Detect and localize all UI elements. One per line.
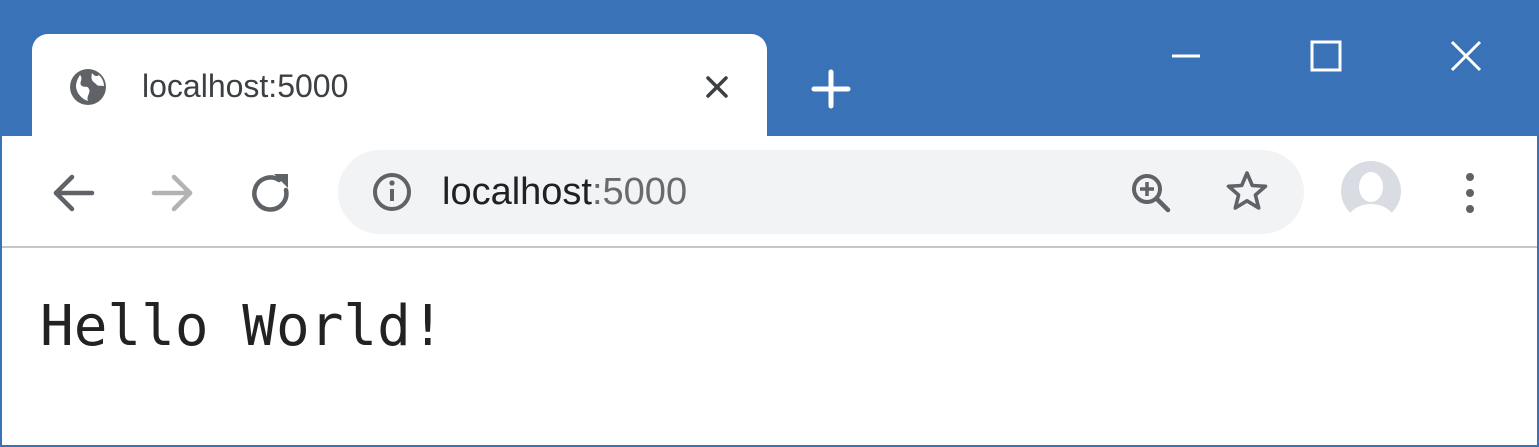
info-icon[interactable] — [370, 170, 414, 214]
browser-window: localhost:5000 localhost:5000 Hello Worl… — [0, 0, 1539, 447]
page-content: Hello World! — [2, 248, 1537, 445]
close-icon[interactable] — [1442, 32, 1490, 80]
address-bar[interactable]: localhost:5000 — [338, 150, 1304, 234]
zoom-in-icon[interactable] — [1128, 170, 1174, 216]
arrow-right-icon[interactable] — [148, 168, 198, 218]
minimize-icon[interactable] — [1162, 32, 1210, 80]
url-text[interactable]: localhost:5000 — [442, 170, 687, 214]
tab-title: localhost:5000 — [142, 68, 349, 104]
avatar-icon[interactable] — [1340, 160, 1402, 222]
url-host: localhost — [442, 171, 592, 213]
close-icon[interactable] — [700, 70, 734, 104]
browser-toolbar: localhost:5000 — [2, 136, 1537, 248]
tab-strip: localhost:5000 — [2, 2, 1537, 138]
maximize-icon[interactable] — [1302, 32, 1350, 80]
arrow-left-icon[interactable] — [48, 168, 98, 218]
reload-icon[interactable] — [246, 168, 296, 218]
more-vertical-icon[interactable] — [1450, 170, 1490, 216]
active-tab[interactable]: localhost:5000 — [32, 34, 767, 138]
plus-icon[interactable] — [808, 66, 854, 112]
url-port: :5000 — [591, 171, 688, 213]
page-body-text: Hello World! — [40, 294, 445, 359]
globe-icon — [70, 69, 106, 105]
star-icon[interactable] — [1224, 168, 1270, 214]
